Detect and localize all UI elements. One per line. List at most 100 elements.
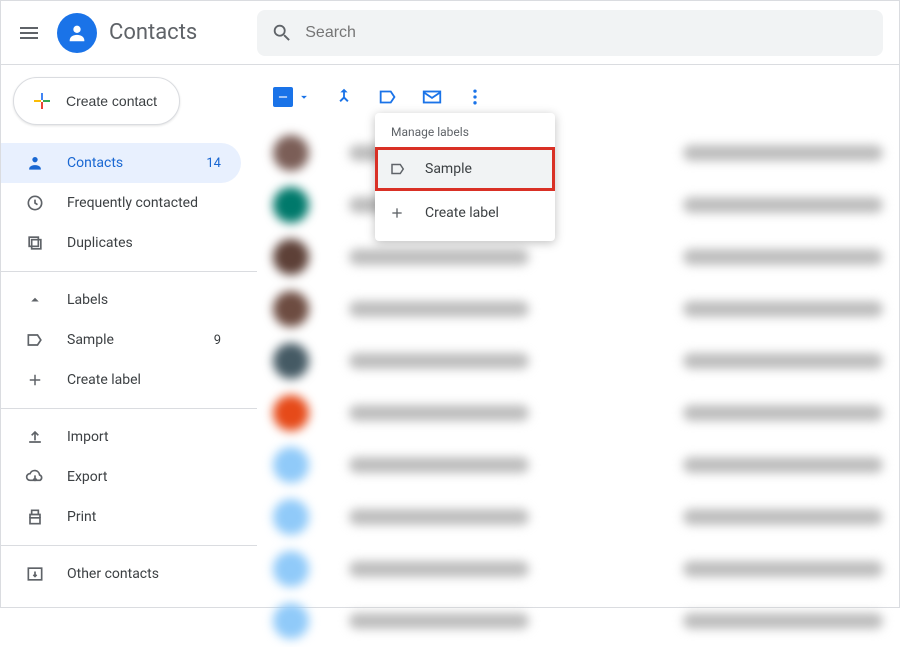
more-button[interactable] — [465, 87, 485, 107]
search-input[interactable] — [305, 24, 869, 42]
sidebar-create-label[interactable]: Create label — [1, 360, 241, 400]
sidebar-item-label: Sample — [67, 332, 114, 348]
contact-email-placeholder — [683, 509, 883, 525]
contact-email-placeholder — [683, 249, 883, 265]
create-contact-button[interactable]: Create contact — [13, 77, 180, 125]
search-bar[interactable] — [257, 10, 883, 56]
contact-name-placeholder — [349, 561, 529, 577]
contact-name-placeholder — [349, 613, 529, 629]
sidebar-item-label: Export — [67, 469, 107, 485]
label-outline-icon — [25, 330, 45, 350]
create-contact-label: Create contact — [66, 93, 157, 109]
sidebar-item-duplicates[interactable]: Duplicates — [1, 223, 241, 263]
contact-email-placeholder — [683, 405, 883, 421]
plus-icon — [25, 370, 45, 390]
contact-row[interactable] — [273, 231, 883, 283]
sidebar-item-other-contacts[interactable]: Other contacts — [1, 554, 241, 594]
app-title: Contacts — [109, 20, 197, 45]
contact-row[interactable] — [273, 439, 883, 491]
contact-row[interactable] — [273, 335, 883, 387]
sidebar-item-label: Print — [67, 509, 96, 525]
labels-header-label: Labels — [67, 292, 108, 308]
contact-row[interactable] — [273, 179, 883, 231]
contact-row[interactable] — [273, 543, 883, 595]
contact-name-placeholder — [349, 405, 529, 421]
contact-row[interactable] — [273, 127, 883, 179]
sidebar: Create contact Contacts 14 Frequently co… — [1, 65, 257, 607]
email-button[interactable] — [421, 86, 443, 108]
contact-email-placeholder — [683, 197, 883, 213]
popup-item-label: Create label — [425, 205, 499, 221]
divider — [1, 545, 257, 546]
action-bar — [257, 75, 899, 119]
sidebar-labels-header[interactable]: Labels — [1, 280, 241, 320]
contact-email-placeholder — [683, 457, 883, 473]
divider — [1, 408, 257, 409]
sidebar-item-export[interactable]: Export — [1, 457, 241, 497]
avatar — [273, 239, 309, 275]
sidebar-item-frequent[interactable]: Frequently contacted — [1, 183, 241, 223]
contact-name-placeholder — [349, 353, 529, 369]
history-icon — [25, 193, 45, 213]
divider — [1, 271, 257, 272]
avatar — [273, 187, 309, 223]
contact-row[interactable] — [273, 491, 883, 543]
contact-email-placeholder — [683, 301, 883, 317]
sidebar-item-count: 14 — [206, 156, 221, 171]
sidebar-item-print[interactable]: Print — [1, 497, 241, 537]
main-panel: Manage labels Sample Create label — [257, 65, 899, 607]
select-indeterminate-icon — [273, 87, 293, 107]
sidebar-item-contacts[interactable]: Contacts 14 — [1, 143, 241, 183]
contact-row[interactable] — [273, 387, 883, 439]
popup-title: Manage labels — [375, 113, 555, 147]
label-button[interactable] — [377, 86, 399, 108]
avatar — [273, 291, 309, 327]
avatar — [273, 135, 309, 171]
manage-labels-popup: Manage labels Sample Create label — [375, 113, 555, 241]
archive-icon — [25, 564, 45, 584]
contact-list — [257, 119, 899, 647]
sidebar-item-label: Create label — [67, 372, 141, 388]
menu-icon[interactable] — [17, 21, 41, 45]
select-all-dropdown[interactable] — [273, 87, 311, 107]
chevron-down-icon — [297, 90, 311, 104]
chevron-up-icon — [25, 290, 45, 310]
search-icon — [271, 22, 293, 44]
cloud-download-icon — [25, 467, 45, 487]
popup-item-label: Sample — [425, 161, 472, 177]
contact-email-placeholder — [683, 561, 883, 577]
app-header: Contacts — [1, 1, 899, 65]
contact-row[interactable] — [273, 283, 883, 335]
avatar — [273, 447, 309, 483]
avatar — [273, 551, 309, 587]
sidebar-item-label: Duplicates — [67, 235, 133, 251]
sidebar-item-count: 9 — [214, 333, 221, 348]
plus-icon — [389, 205, 409, 221]
plus-multicolor-icon — [30, 89, 54, 113]
contact-name-placeholder — [349, 457, 529, 473]
label-outline-icon — [389, 160, 409, 178]
avatar — [273, 499, 309, 535]
sidebar-item-label: Contacts — [67, 155, 123, 171]
upload-icon — [25, 427, 45, 447]
contact-email-placeholder — [683, 613, 883, 629]
contact-name-placeholder — [349, 301, 529, 317]
print-icon — [25, 507, 45, 527]
sidebar-label-sample[interactable]: Sample 9 — [1, 320, 241, 360]
contact-name-placeholder — [349, 249, 529, 265]
merge-button[interactable] — [333, 86, 355, 108]
popup-create-label[interactable]: Create label — [375, 191, 555, 235]
sidebar-item-label: Import — [67, 429, 109, 445]
contact-email-placeholder — [683, 353, 883, 369]
person-icon — [25, 153, 45, 173]
avatar — [273, 395, 309, 431]
contact-row[interactable] — [273, 595, 883, 647]
sidebar-item-import[interactable]: Import — [1, 417, 241, 457]
copy-icon — [25, 233, 45, 253]
avatar — [273, 603, 309, 639]
sidebar-item-label: Frequently contacted — [67, 195, 198, 211]
popup-label-sample[interactable]: Sample — [375, 147, 555, 191]
sidebar-item-label: Other contacts — [67, 566, 159, 582]
contact-email-placeholder — [683, 145, 883, 161]
contacts-logo — [57, 13, 97, 53]
